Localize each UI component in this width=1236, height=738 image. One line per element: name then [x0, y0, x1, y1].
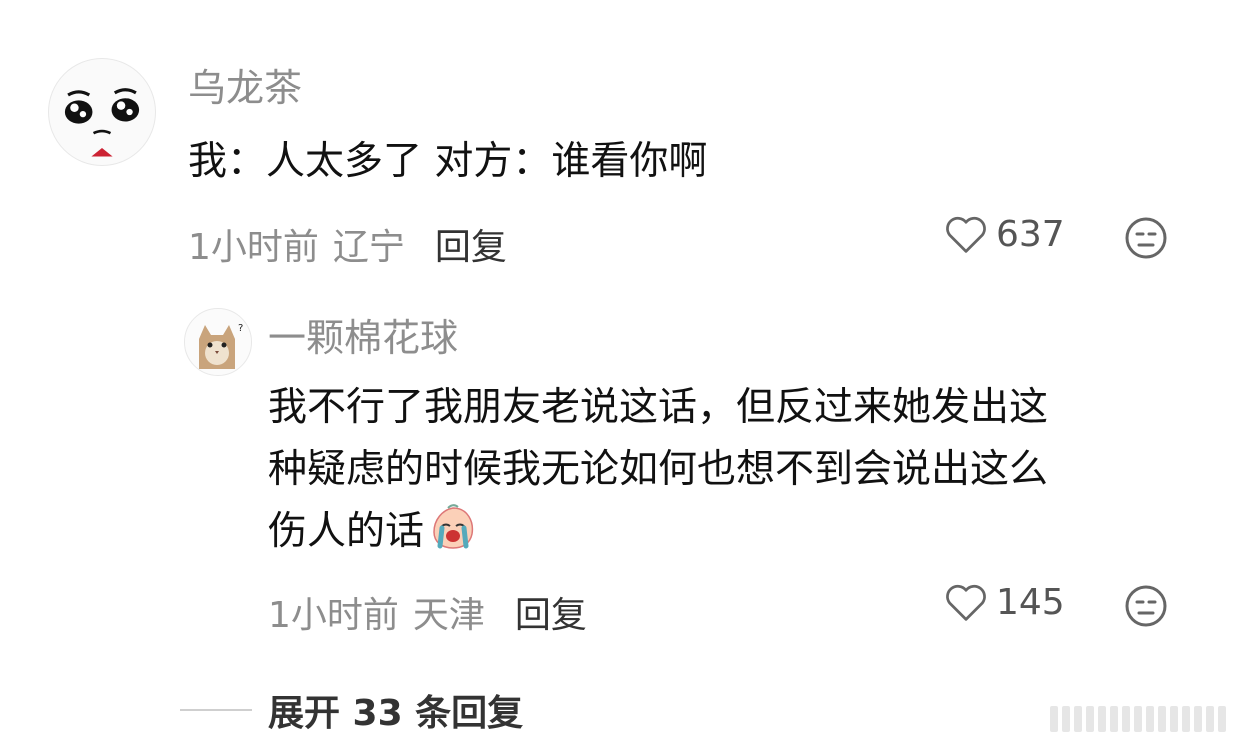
cat-avatar-icon: ?: [185, 309, 251, 375]
comment-thread: 乌龙茶 我：人太多了 对方：谁看你啊 1小时前 辽宁 回复 637 ? 一颗棉花…: [0, 0, 1236, 738]
expand-replies-label[interactable]: 展开 33 条回复: [268, 684, 523, 736]
neutral-face-icon[interactable]: [1124, 216, 1168, 260]
reply-text-line-3-text: 伤人的话: [268, 509, 425, 554]
crying-peach-emoji: [433, 504, 474, 549]
neutral-face-icon[interactable]: [1124, 584, 1168, 628]
divider: [180, 709, 252, 711]
like-count: 637: [996, 214, 1065, 255]
reply-time: 1小时前: [268, 595, 399, 636]
avatar[interactable]: ?: [184, 308, 252, 376]
watermark: [1050, 706, 1226, 732]
reply-button[interactable]: 回复: [435, 218, 507, 270]
reply-username[interactable]: 一颗棉花球: [268, 314, 458, 362]
reply-text-line-2: 种疑虑的时候我无论如何也想不到会说出这么: [268, 447, 1049, 492]
reply-meta: 1小时前 天津 回复: [268, 586, 587, 638]
reply-text-line-3: 伤人的话: [268, 500, 478, 564]
reply-button[interactable]: 回复: [515, 586, 587, 638]
comment-time: 1小时前: [188, 227, 319, 268]
reply-text-line-1: 我不行了我朋友老说这话，但反过来她发出这: [268, 385, 1049, 430]
reply-location: 天津: [412, 595, 485, 636]
like-button[interactable]: 637: [944, 214, 1065, 255]
like-count: 145: [996, 582, 1065, 623]
svg-text:?: ?: [238, 323, 243, 334]
comment-username[interactable]: 乌龙茶: [188, 64, 302, 112]
comment-text: 我：人太多了 对方：谁看你啊: [188, 139, 708, 184]
expand-replies[interactable]: 展开 33 条回复: [180, 684, 523, 736]
like-button[interactable]: 145: [944, 582, 1065, 623]
avatar[interactable]: [48, 58, 156, 166]
comment-location: 辽宁: [332, 227, 405, 268]
comment-meta: 1小时前 辽宁 回复: [188, 218, 507, 270]
heart-outline-icon: [946, 216, 986, 253]
crying-cartoon-face-icon: [49, 59, 155, 165]
heart-outline-icon: [946, 584, 986, 621]
